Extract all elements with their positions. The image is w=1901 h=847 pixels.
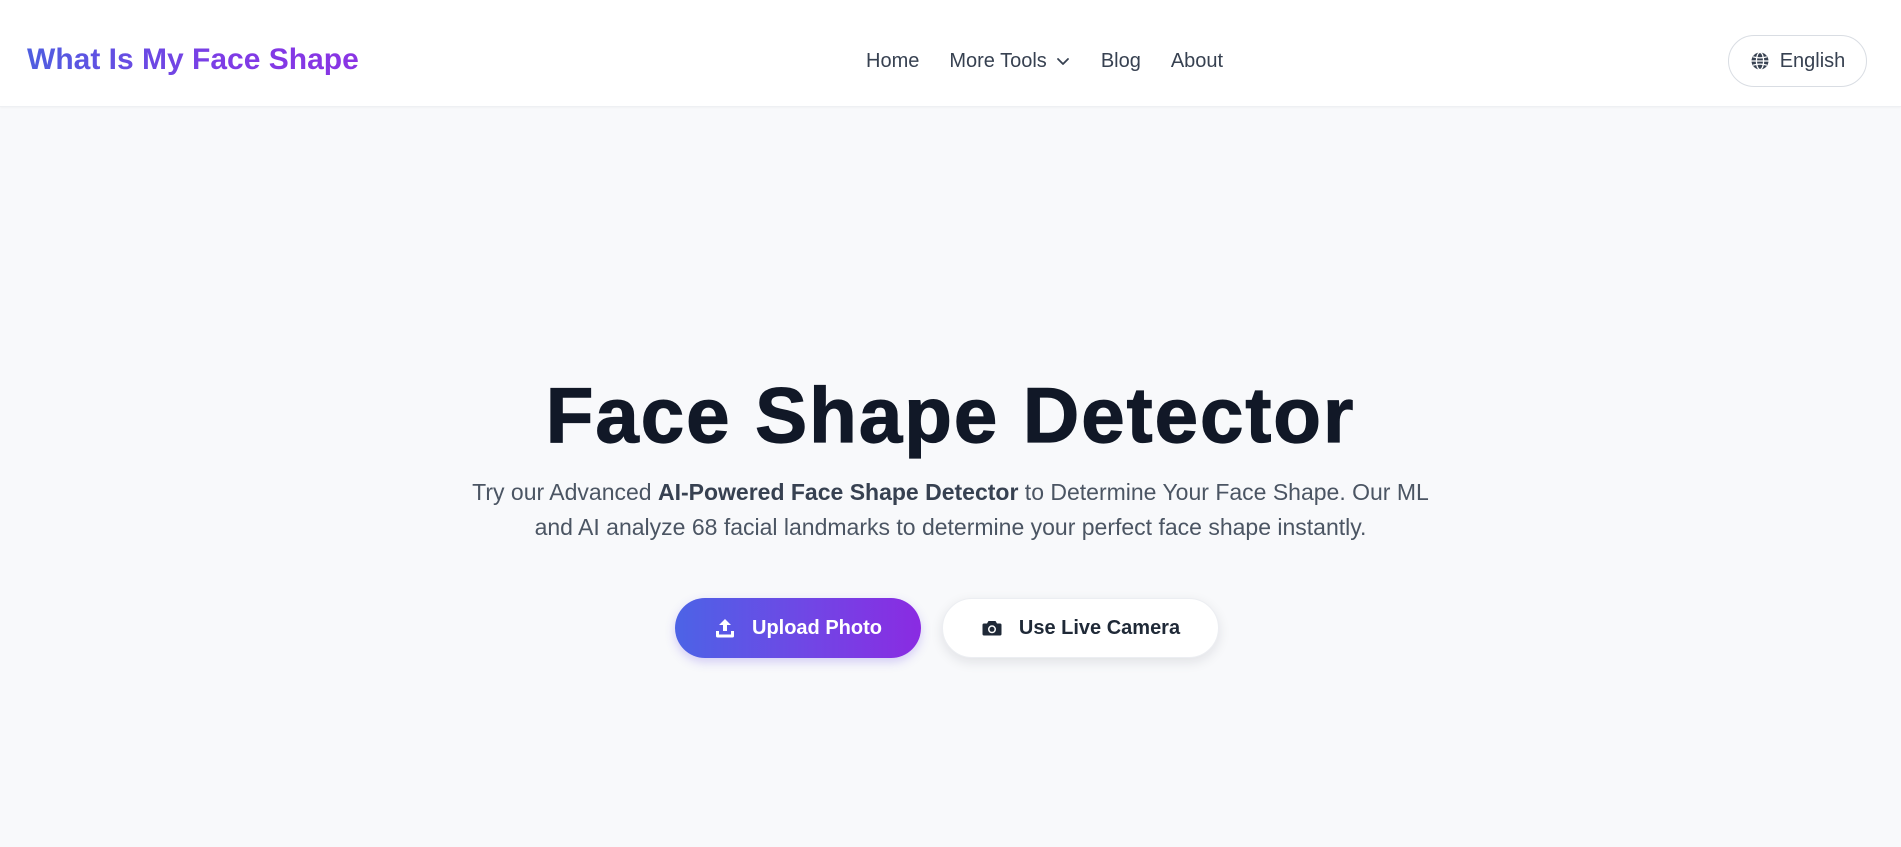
camera-icon — [982, 621, 1002, 636]
hero-actions: Upload Photo Use Live Camera — [675, 598, 1219, 658]
language-label: English — [1779, 49, 1846, 72]
site-header: What Is My Face Shape Home More Tools Bl… — [0, 0, 1901, 107]
globe-icon — [1751, 51, 1769, 71]
nav-more-tools-label: More Tools — [949, 49, 1047, 72]
hero-section: Face Shape Detector Try our Advanced AI-… — [0, 107, 1901, 847]
hero-subtitle: Try our Advanced AI-Powered Face Shape D… — [470, 475, 1431, 545]
use-live-camera-button[interactable]: Use Live Camera — [942, 598, 1219, 658]
hero-subtitle-prefix: Try our Advanced — [472, 479, 658, 505]
chevron-down-icon — [1056, 58, 1069, 65]
main-nav: Home More Tools Blog About — [866, 48, 1223, 74]
nav-blog-link[interactable]: Blog — [1101, 50, 1141, 73]
hero-subtitle-highlight: AI-Powered Face Shape Detector — [657, 479, 1019, 505]
language-selector-button[interactable]: English — [1728, 35, 1867, 87]
nav-home-link[interactable]: Home — [866, 50, 919, 73]
upload-icon — [716, 619, 734, 638]
use-live-camera-label: Use Live Camera — [1018, 616, 1181, 639]
upload-photo-button[interactable]: Upload Photo — [675, 598, 921, 658]
nav-about-link[interactable]: About — [1171, 50, 1223, 73]
upload-photo-label: Upload Photo — [752, 616, 882, 639]
page-title: Face Shape Detector — [545, 370, 1356, 459]
nav-more-tools-dropdown[interactable]: More Tools — [949, 50, 1070, 73]
site-logo[interactable]: What Is My Face Shape — [27, 42, 359, 78]
